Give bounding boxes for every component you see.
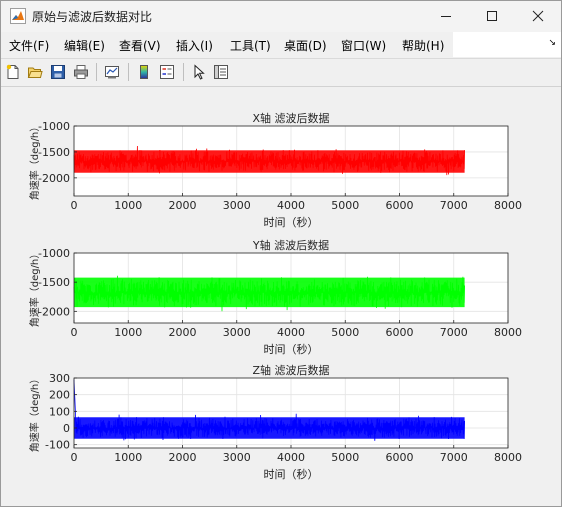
- link-plot-icon[interactable]: [102, 62, 122, 82]
- chart-title: Z轴 滤波后数据: [252, 363, 329, 377]
- y-axis-label: 角速率（deg/h）: [28, 122, 41, 201]
- minimize-button[interactable]: [423, 1, 469, 32]
- x-tick-label: 8000: [494, 451, 522, 464]
- x-tick-label: 0: [71, 451, 78, 464]
- window-title: 原始与滤波后数据对比: [32, 10, 153, 24]
- chart-title: Y轴 滤波后数据: [252, 238, 329, 252]
- new-figure-icon[interactable]: [3, 62, 23, 82]
- y-tick-label: -100: [45, 439, 70, 452]
- y-tick-label: -1000: [38, 247, 70, 260]
- y-axis-label: 角速率（deg/h）: [28, 374, 41, 453]
- x-tick-label: 8000: [494, 199, 522, 212]
- subplot-z[interactable]: 0 1000 2000 3000 4000 5000 6000 7000 80003002001…: [28, 363, 522, 481]
- x-tick-label: 1000: [114, 451, 142, 464]
- x-tick-label: 2000: [169, 326, 197, 339]
- figure-canvas: 0 1000 2000 3000 4000 5000 6000 7000 8000 -1000 -1…: [1, 87, 561, 506]
- x-tick-label: 5000: [331, 199, 359, 212]
- x-tick-label: 2000: [169, 451, 197, 464]
- property-inspector-icon[interactable]: [211, 62, 231, 82]
- series-band: [74, 417, 465, 439]
- menu-help[interactable]: 帮助(H): [402, 37, 444, 54]
- figure-window: 原始与滤波后数据对比 文件(F) 编辑(E) 查看(V) 插入(I) 工具(T)…: [0, 0, 562, 507]
- x-tick-label: 3000: [223, 326, 251, 339]
- y-tick-label: 200: [49, 389, 70, 402]
- x-tick-label: 3000: [223, 451, 251, 464]
- x-axis-label: 时间（秒）: [264, 215, 319, 229]
- chart-title: X轴 滤波后数据: [252, 111, 329, 125]
- x-tick-label: 7000: [440, 326, 468, 339]
- x-tick-label: 7000: [440, 199, 468, 212]
- x-tick-label: 7000: [440, 451, 468, 464]
- x-axis-label: 时间（秒）: [264, 342, 319, 356]
- subplot-y[interactable]: 0 1000 2000 3000 4000 5000 6000 7000 8000 -1000 -1…: [28, 238, 522, 356]
- menu-insert[interactable]: 插入(I): [176, 37, 213, 54]
- maximize-button[interactable]: [469, 1, 515, 32]
- menu-view[interactable]: 查看(V): [119, 37, 161, 54]
- legend-icon[interactable]: [157, 62, 177, 82]
- figure-toolbar: [1, 58, 561, 87]
- x-tick-label: 6000: [386, 326, 414, 339]
- y-axis-label: 角速率（deg/h）: [28, 249, 41, 328]
- dock-arrow-icon[interactable]: ↘: [548, 38, 556, 48]
- menu-tools[interactable]: 工具(T): [230, 37, 271, 54]
- x-tick-label: 0: [71, 326, 78, 339]
- y-tick-label: 0: [63, 422, 70, 435]
- subplot-area: 0 1000 2000 3000 4000 5000 6000 7000 8000-1000-1…: [28, 111, 522, 481]
- y-tick-label: 100: [49, 405, 70, 418]
- series-band: [74, 150, 465, 173]
- series-band: [74, 277, 465, 308]
- x-tick-label: 1000: [114, 326, 142, 339]
- menu-window[interactable]: 窗口(W): [341, 37, 386, 54]
- y-tick-label: 300: [49, 372, 70, 385]
- x-tick-label: 1000: [114, 199, 142, 212]
- matlab-logo-icon: [10, 8, 26, 24]
- y-tick-label: -1000: [38, 120, 70, 133]
- save-icon[interactable]: [48, 62, 68, 82]
- menu-desktop[interactable]: 桌面(D): [284, 37, 327, 54]
- x-tick-label: 5000: [331, 451, 359, 464]
- x-tick-label: 8000: [494, 326, 522, 339]
- y-tick-label: -2000: [38, 305, 70, 318]
- open-file-icon[interactable]: [25, 62, 45, 82]
- x-tick-label: 0: [71, 199, 78, 212]
- title-bar[interactable]: 原始与滤波后数据对比: [1, 1, 561, 32]
- y-tick-label: -2000: [38, 172, 70, 185]
- minimize-icon: [440, 7, 452, 26]
- close-icon: [532, 7, 544, 26]
- colorbar-icon[interactable]: [134, 62, 154, 82]
- x-tick-label: 5000: [331, 326, 359, 339]
- menu-edit[interactable]: 编辑(E): [64, 37, 105, 54]
- x-tick-label: 6000: [386, 451, 414, 464]
- edit-plot-icon[interactable]: [189, 62, 209, 82]
- y-tick-label: -1500: [38, 146, 70, 159]
- x-tick-label: 4000: [277, 451, 305, 464]
- x-tick-label: 2000: [169, 199, 197, 212]
- close-button[interactable]: [515, 1, 561, 32]
- x-tick-label: 4000: [277, 326, 305, 339]
- x-tick-label: 6000: [386, 199, 414, 212]
- print-icon[interactable]: [71, 62, 91, 82]
- y-tick-label: -1500: [38, 276, 70, 289]
- maximize-icon: [486, 7, 498, 26]
- x-tick-label: 4000: [277, 199, 305, 212]
- menu-bar: 文件(F) 编辑(E) 查看(V) 插入(I) 工具(T) 桌面(D) 窗口(W…: [1, 32, 561, 57]
- x-axis-label: 时间（秒）: [264, 467, 319, 481]
- subplot-x[interactable]: 0 1000 2000 3000 4000 5000 6000 7000 8000 -1000 -1…: [28, 111, 522, 229]
- x-tick-label: 3000: [223, 199, 251, 212]
- menu-file[interactable]: 文件(F): [9, 37, 49, 54]
